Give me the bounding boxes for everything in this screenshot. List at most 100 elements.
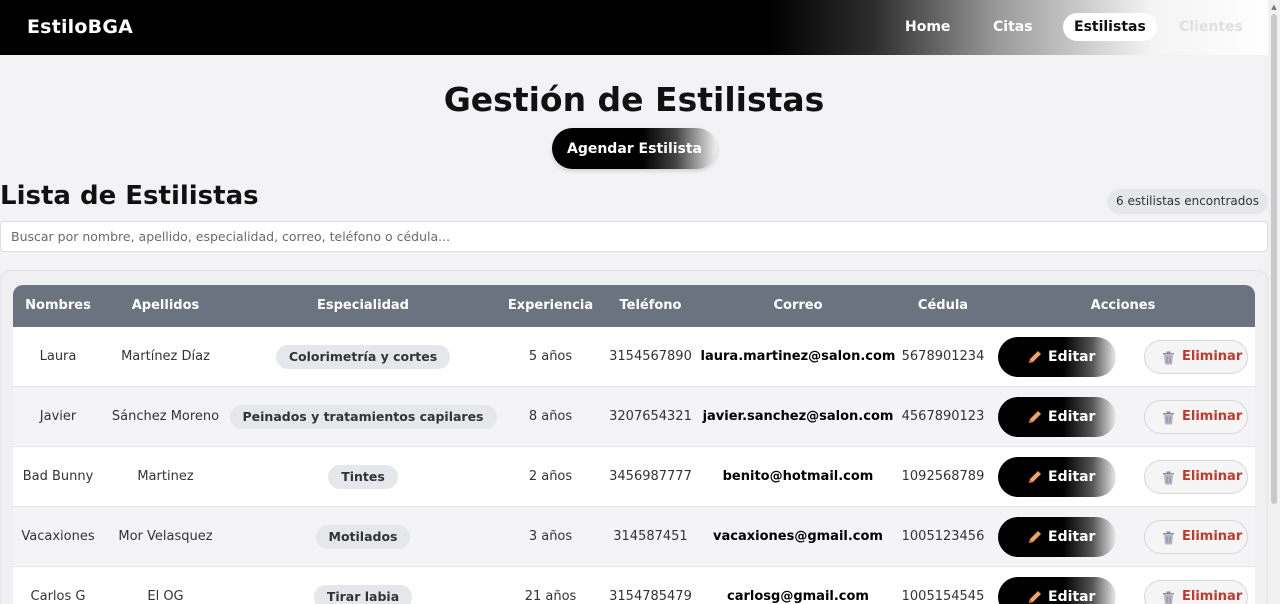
delete-button[interactable]: Eliminar [1144,460,1248,494]
cell-apellidos: El OG [147,589,184,604]
edit-label: Editar [1048,349,1096,365]
edit-label: Editar [1048,529,1096,545]
header-experiencia: Experiencia [507,298,594,313]
brand-logo[interactable]: EstiloBGA [27,16,133,38]
cell-cedula: 1092568789 [901,469,985,484]
search-input[interactable] [0,221,1268,252]
cell-apellidos: Martinez [137,469,194,484]
page-title: Gestión de Estilistas [443,80,825,119]
cell-nombres: Vacaxiones [21,529,95,544]
scroll-up-arrow-icon[interactable]: ▲ [1270,3,1278,11]
nav-estilistas[interactable]: Estilistas [1063,13,1157,41]
cell-correo: vacaxiones@gmail.com [713,529,883,544]
delete-label: Eliminar [1182,469,1243,484]
cell-nombres: Bad Bunny [22,469,94,484]
cell-telefono: 3456987777 [609,469,692,484]
header-telefono: Teléfono [619,298,682,313]
pencil-icon [1029,411,1041,423]
delete-button[interactable]: Eliminar [1144,340,1248,374]
cell-nombres: Carlos G [30,589,86,604]
list-title: Lista de Estilistas [0,181,259,211]
cell-experiencia: 8 años [528,409,573,424]
trash-icon [1163,591,1174,604]
cell-nombres: Javier [39,409,77,424]
table-row: Vacaxiones Mor Velasquez Motilados 3 años 31… [13,507,1255,567]
table-row: Bad Bunny Martinez Tintes 2 años 3456987777 b… [13,447,1255,507]
cell-correo: benito@hotmail.com [722,469,874,484]
edit-button[interactable]: Editar [998,517,1116,557]
cell-cedula: 4567890123 [901,409,985,424]
edit-label: Editar [1048,409,1096,425]
cell-telefono: 3207654321 [609,409,692,424]
edit-button[interactable]: Editar [998,397,1116,437]
count-badge: 6 estilistas encontrados [1107,189,1268,214]
pencil-icon [1029,531,1041,543]
delete-label: Eliminar [1182,589,1243,604]
table-row: Carlos G El OG Tirar labia 21 años 315478547… [13,567,1255,604]
cell-especialidad: Tintes [228,447,498,507]
edit-label: Editar [1048,469,1096,485]
nav-citas[interactable]: Citas [982,13,1044,41]
cell-correo: laura.martinez@salon.com [700,349,896,364]
table-row: Javier Sánchez Moreno Peinados y tratamien… [13,387,1255,447]
cell-correo: carlosg@gmail.com [727,589,869,604]
delete-button[interactable]: Eliminar [1144,580,1248,604]
table-body: Laura Martínez Díaz Colorimetría y cortes 5… [13,327,1255,604]
header-cedula: Cédula [917,298,969,313]
vertical-scrollbar[interactable]: ▲ [1268,0,1280,604]
delete-label: Eliminar [1182,529,1243,544]
header-especialidad: Especialidad [317,298,409,313]
cell-experiencia: 2 años [528,469,573,484]
nav-clientes[interactable]: Clientes [1168,13,1254,41]
specialty-pill: Motilados [315,524,411,549]
trash-icon [1163,411,1174,425]
specialty-pill: Peinados y tratamientos capilares [229,404,497,429]
nav-home[interactable]: Home [894,13,961,41]
specialty-pill: Tirar labia [313,584,413,604]
cell-apellidos: Sánchez Moreno [111,409,220,424]
agendar-estilista-button[interactable]: Agendar Estilista [552,128,717,169]
pencil-icon [1029,471,1041,483]
specialty-pill: Colorimetría y cortes [275,344,451,369]
cell-telefono: 3154567890 [609,349,692,364]
cell-especialidad: Tirar labia [228,567,498,604]
scroll-thumb[interactable] [1271,14,1277,504]
table-header: Nombres Apellidos Especialidad Experienc… [13,285,1255,327]
edit-button[interactable]: Editar [998,457,1116,497]
cell-telefono: 314587451 [613,529,688,544]
trash-icon [1163,351,1174,365]
header-apellidos: Apellidos [131,298,200,313]
cell-experiencia: 21 años [524,589,577,604]
table-row: Laura Martínez Díaz Colorimetría y cortes 5… [13,327,1255,387]
cell-experiencia: 5 años [528,349,573,364]
edit-button[interactable]: Editar [998,577,1116,604]
cell-especialidad: Peinados y tratamientos capilares [228,387,498,447]
header-correo: Correo [773,298,823,313]
pencil-icon [1029,591,1041,603]
top-navbar: EstiloBGA Home Citas Estilistas Clientes [0,0,1280,55]
cell-apellidos: Martínez Díaz [121,349,210,364]
header-nombres: Nombres [25,298,91,313]
cell-cedula: 5678901234 [901,349,985,364]
cell-cedula: 1005154545 [901,589,985,604]
cell-especialidad: Colorimetría y cortes [228,327,498,387]
cell-cedula: 1005123456 [901,529,985,544]
edit-label: Editar [1048,589,1096,604]
header-acciones: Acciones [1090,298,1156,313]
delete-label: Eliminar [1182,349,1243,364]
cell-especialidad: Motilados [228,507,498,567]
specialty-pill: Tintes [328,464,398,489]
pencil-icon [1029,351,1041,363]
cell-experiencia: 3 años [528,529,573,544]
cell-apellidos: Mor Velasquez [118,529,213,544]
delete-button[interactable]: Eliminar [1144,400,1248,434]
delete-button[interactable]: Eliminar [1144,520,1248,554]
cell-telefono: 3154785479 [609,589,692,604]
trash-icon [1163,471,1174,485]
cell-nombres: Laura [39,349,77,364]
stylists-table: Nombres Apellidos Especialidad Experienc… [13,285,1255,604]
delete-label: Eliminar [1182,409,1243,424]
edit-button[interactable]: Editar [998,337,1116,377]
cell-correo: javier.sanchez@salon.com [702,409,894,424]
trash-icon [1163,531,1174,545]
